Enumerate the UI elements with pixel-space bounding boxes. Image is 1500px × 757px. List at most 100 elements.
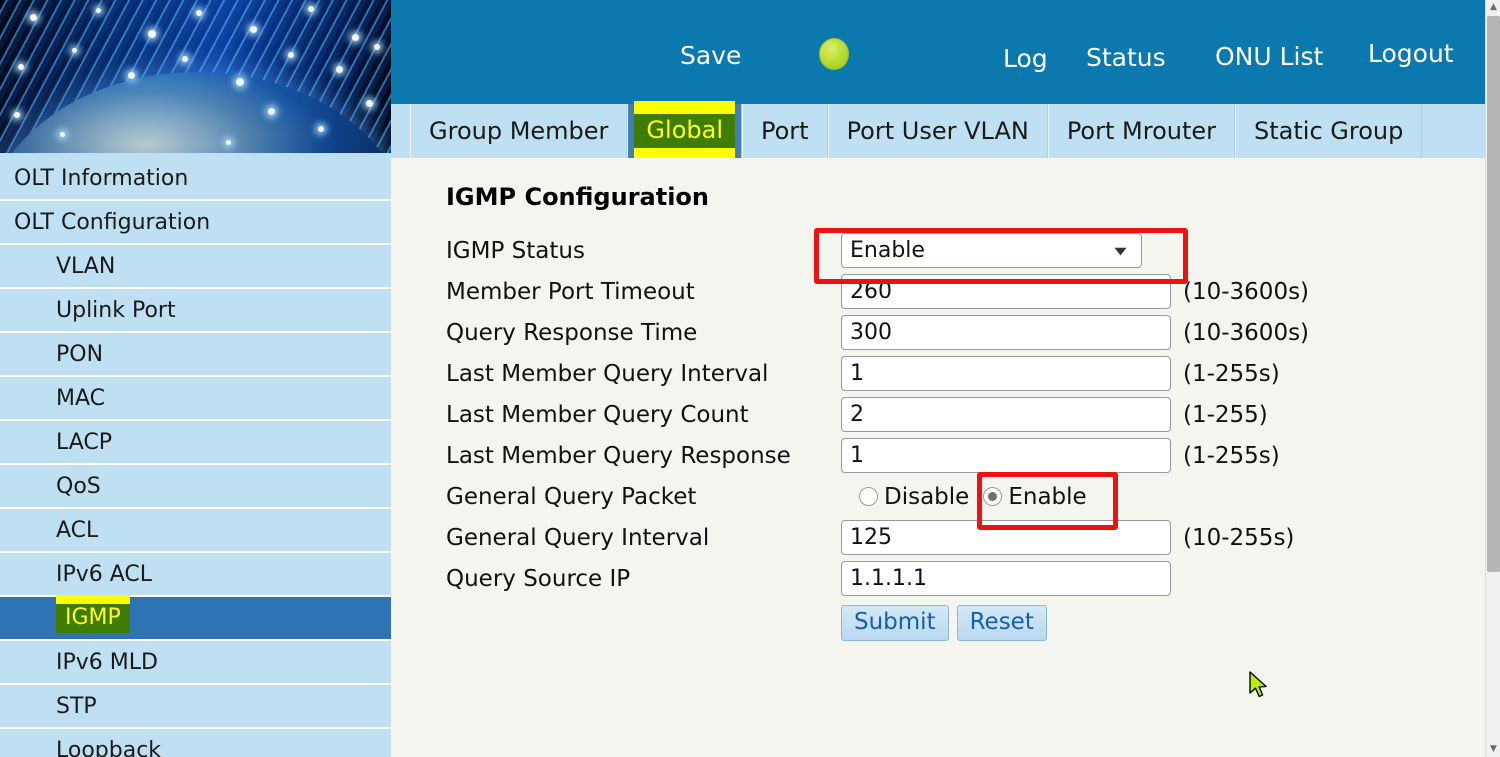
sidebar-item-igmp[interactable]: IGMP [0,597,391,641]
tab-label: Port User VLAN [847,117,1029,145]
tab-label: Static Group [1254,117,1403,145]
sidebar-item-label: STP [56,694,97,719]
sidebar-item-vlan[interactable]: VLAN [0,245,391,289]
onu-list-link[interactable]: ONU List [1215,42,1323,71]
sidebar-item-label: ACL [56,518,98,543]
field-hint: (1-255) [1183,402,1268,428]
field-label: IGMP Status [446,238,841,264]
main-area: Save Log Status ONU List Logout Group Me… [391,0,1485,757]
igmp-status-value: Enable [850,238,925,263]
radio-icon [859,487,878,506]
field-label: Last Member Query Interval [446,361,841,387]
general-query-packet-enable-radio[interactable]: Enable [983,484,1086,510]
field-hint: (10-3600s) [1183,279,1309,305]
scroll-up-arrow-icon[interactable]: ▲ [1486,0,1500,15]
field-hint: (10-3600s) [1183,320,1309,346]
browser-page: OLT Information OLT Configuration VLAN U… [0,0,1500,757]
sidebar-item-label: OLT Information [14,166,188,191]
sidebar-item-label: LACP [56,430,112,455]
field-hint: (1-255s) [1183,361,1280,387]
field-label: Query Response Time [446,320,841,346]
earth-fiber-optic-banner [0,0,391,157]
field-label: Query Source IP [446,566,841,592]
query-source-ip-input[interactable] [841,561,1171,596]
log-link[interactable]: Log [1003,44,1048,73]
chevron-down-icon: ▾ [1114,243,1126,258]
submit-button[interactable]: Submit [841,605,949,641]
sidebar-item-qos[interactable]: QoS [0,465,391,509]
scrollbar-thumb[interactable] [1487,16,1500,572]
sidebar-item-mac[interactable]: MAC [0,377,391,421]
last-member-query-interval-input[interactable] [841,356,1171,391]
field-label: Member Port Timeout [446,279,841,305]
form-row-last-member-query-count: Last Member Query Count (1-255) [446,394,1309,435]
radio-label: Disable [884,484,969,510]
form-row-general-query-packet: General Query Packet Disable Enable [446,476,1309,517]
field-label: General Query Packet [446,484,841,510]
member-port-timeout-input[interactable] [841,274,1171,309]
form-row-last-member-query-interval: Last Member Query Interval (1-255s) [446,353,1309,394]
tab-static-group[interactable]: Static Group [1235,104,1422,158]
tab-group-member[interactable]: Group Member [410,104,627,158]
igmp-configuration-form: IGMP Status Enable ▾ Member Port Timeout [446,230,1309,645]
sidebar-item-olt-configuration[interactable]: OLT Configuration [0,201,391,245]
sidebar-item-label: IPv6 ACL [56,562,152,587]
green-circle-icon [819,38,849,70]
vertical-scrollbar[interactable]: ▲ ▼ [1485,0,1500,757]
general-query-packet-disable-radio[interactable]: Disable [859,484,969,510]
last-member-query-response-input[interactable] [841,438,1171,473]
form-row-member-port-timeout: Member Port Timeout (10-3600s) [446,271,1309,312]
sidebar-item-pon[interactable]: PON [0,333,391,377]
sidebar-item-label: PON [56,342,103,367]
sidebar: OLT Information OLT Configuration VLAN U… [0,0,391,757]
field-hint: (10-255s) [1183,525,1294,551]
last-member-query-count-input[interactable] [841,397,1171,432]
banner-bottom-divider [0,153,391,157]
sidebar-item-olt-information[interactable]: OLT Information [0,157,391,201]
status-link[interactable]: Status [1086,43,1166,72]
sidebar-nav-list: OLT Information OLT Configuration VLAN U… [0,157,391,757]
general-query-interval-input[interactable] [841,520,1171,555]
reset-button[interactable]: Reset [957,605,1047,641]
form-actions-row: Submit Reset [446,599,1309,645]
tab-bar: Group Member Global Port Port User VLAN … [391,104,1485,158]
content-panel: IGMP Configuration IGMP Status Enable ▾ … [391,158,1485,757]
sidebar-item-lacp[interactable]: LACP [0,421,391,465]
tab-label: Global [634,114,735,148]
sidebar-item-loopback[interactable]: Loopback [0,729,391,757]
form-row-query-source-ip: Query Source IP [446,558,1309,599]
form-row-last-member-query-response: Last Member Query Response (1-255s) [446,435,1309,476]
query-response-time-input[interactable] [841,315,1171,350]
sidebar-item-stp[interactable]: STP [0,685,391,729]
form-row-general-query-interval: General Query Interval (10-255s) [446,517,1309,558]
sidebar-item-uplink-port[interactable]: Uplink Port [0,289,391,333]
igmp-status-select[interactable]: Enable ▾ [841,233,1142,268]
tab-port-user-vlan[interactable]: Port User VLAN [828,104,1048,158]
field-label: General Query Interval [446,525,841,551]
logout-link[interactable]: Logout [1368,39,1454,68]
scroll-down-arrow-icon[interactable]: ▼ [1486,742,1500,757]
sidebar-item-label: VLAN [56,254,115,279]
tab-global[interactable]: Global [627,104,742,158]
sidebar-item-label: Uplink Port [56,298,176,323]
radio-selected-icon [983,487,1002,506]
page-title: IGMP Configuration [446,183,709,211]
tab-port[interactable]: Port [742,104,828,158]
banner-light-dots [0,0,391,157]
sidebar-item-label: IGMP [56,604,130,633]
sidebar-item-label: MAC [56,386,105,411]
radio-label: Enable [1008,484,1086,510]
form-row-query-response-time: Query Response Time (10-3600s) [446,312,1309,353]
sidebar-item-ipv6-acl[interactable]: IPv6 ACL [0,553,391,597]
form-row-igmp-status: IGMP Status Enable ▾ [446,230,1309,271]
sidebar-item-label: QoS [56,474,101,499]
sidebar-item-label: OLT Configuration [14,210,210,235]
tab-port-mrouter[interactable]: Port Mrouter [1048,104,1235,158]
save-button[interactable]: Save [680,41,741,70]
sidebar-item-label: IPv6 MLD [56,650,158,675]
sidebar-item-acl[interactable]: ACL [0,509,391,553]
sidebar-item-ipv6-mld[interactable]: IPv6 MLD [0,641,391,685]
tab-label: Group Member [429,117,608,145]
mouse-cursor [1249,671,1269,701]
sidebar-item-label: Loopback [56,738,161,757]
